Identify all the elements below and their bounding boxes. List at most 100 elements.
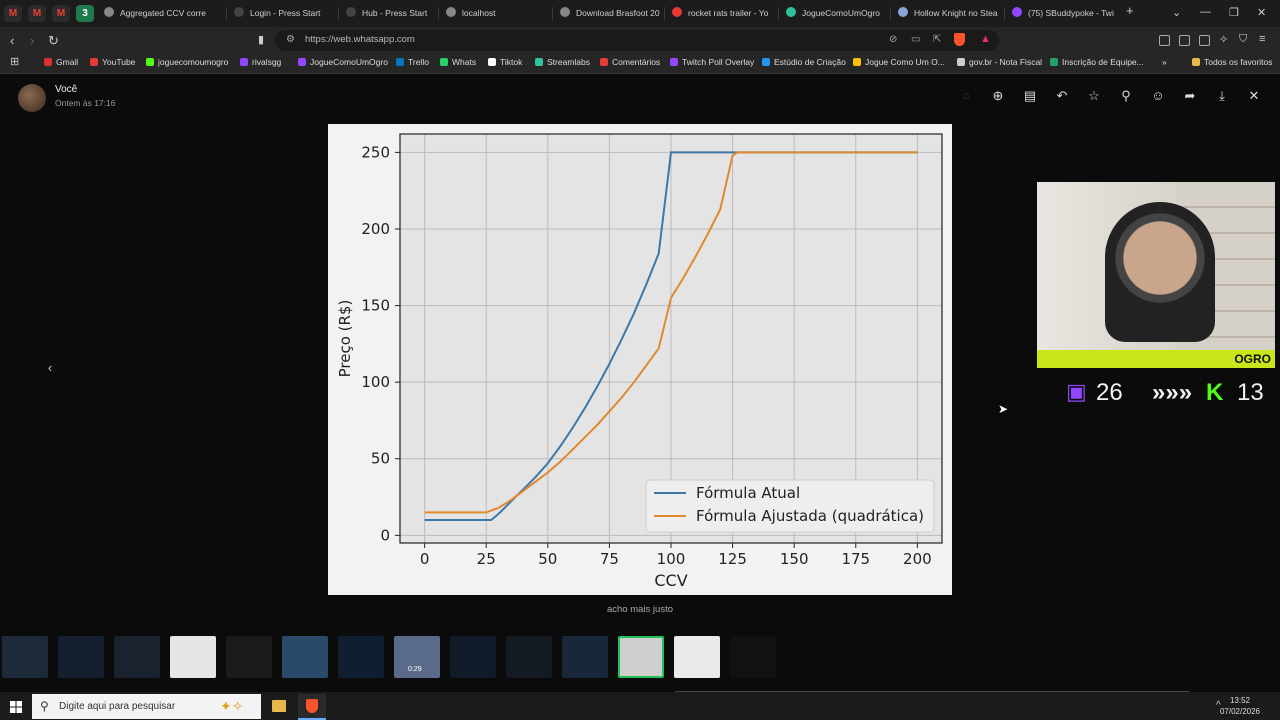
bookmark-est-dio-de-cria-o[interactable]: Estúdio de Criação <box>762 57 846 67</box>
pinned-tab-whatsapp[interactable]: 3 <box>76 5 94 22</box>
extensions-icon[interactable] <box>1159 35 1170 46</box>
media-thumbnail[interactable]: 0:29 <box>394 636 440 678</box>
tab-7[interactable]: JogueComoUmOgro <box>786 3 890 24</box>
bookmark-rivalsgg[interactable]: rivalsgg <box>240 57 281 67</box>
mouse-cursor-icon: ➤ <box>998 402 1009 416</box>
tab-favicon-icon <box>234 7 244 17</box>
tab-4[interactable]: localhost <box>446 3 546 24</box>
back-icon[interactable]: ‹ <box>10 33 14 48</box>
media-thumbnail[interactable] <box>730 636 776 678</box>
cast-icon[interactable]: ▭ <box>911 34 920 45</box>
clock-date: 07/02/2026 <box>1219 707 1260 716</box>
bookmark-streamlabs[interactable]: Streamlabs <box>535 57 590 67</box>
reload-icon[interactable]: ↻ <box>48 33 59 49</box>
emoji-icon[interactable]: ☺ <box>1150 88 1166 104</box>
bookmark-icon[interactable]: ▮ <box>258 33 264 46</box>
streamer-name-bar: OGRO <box>1037 350 1275 368</box>
menu-icon[interactable]: ≡ <box>1259 33 1265 45</box>
leo-ai-icon[interactable]: ✧ <box>1219 33 1228 46</box>
previous-media-button[interactable]: ‹ <box>40 360 60 380</box>
all-favorites-folder[interactable]: Todos os favoritos <box>1192 57 1273 67</box>
tab-5[interactable]: Download Brasfoot 20 <box>560 3 664 24</box>
tab-8[interactable]: Hollow Knight no Stea <box>898 3 1002 24</box>
star-icon[interactable]: ☆ <box>1086 88 1102 104</box>
bookmark-inscri-o-de-equipe[interactable]: Inscrição de Equipe... <box>1050 57 1144 67</box>
wallet-icon[interactable] <box>1199 35 1210 46</box>
close-window-icon[interactable]: ✕ <box>1257 6 1266 19</box>
zoom-out-icon: ○ <box>962 88 970 103</box>
camera-off-icon[interactable]: ⊘ <box>889 34 897 45</box>
apps-grid-icon[interactable]: ⊞ <box>10 55 19 68</box>
pinned-tab-gmail-1[interactable]: M <box>4 5 22 22</box>
download-icon[interactable]: ⤓ <box>1214 88 1230 104</box>
media-thumbnail[interactable] <box>2 636 48 678</box>
media-thumbnail[interactable] <box>282 636 328 678</box>
brave-taskbar-button[interactable] <box>298 694 326 720</box>
forward-message-icon[interactable]: ➦ <box>1182 88 1198 104</box>
pin-icon[interactable]: ⚲ <box>1118 88 1134 104</box>
zoom-in-icon[interactable]: ⊕ <box>990 88 1006 104</box>
tab-title: Hub - Press Start <box>362 8 428 18</box>
tab-2[interactable]: Login - Press Start <box>234 3 334 24</box>
restore-icon[interactable]: ❐ <box>1229 6 1239 19</box>
tab-search-icon[interactable]: ⌄ <box>1172 6 1181 19</box>
bookmarks-more-button[interactable]: » <box>1162 57 1167 67</box>
bookmark-twitch-poll-overlay[interactable]: Twitch Poll Overlay <box>670 57 754 67</box>
pinned-tab-gmail-2[interactable]: M <box>28 5 46 22</box>
bookmark-joguecomoumogro[interactable]: JogueComoUmOgro <box>298 57 388 67</box>
media-thumbnail[interactable] <box>562 636 608 678</box>
bookmark-coment-rios[interactable]: Comentários <box>600 57 660 67</box>
minimize-icon[interactable]: — <box>1200 6 1211 18</box>
share-icon[interactable]: ⇱ <box>933 34 941 45</box>
site-info-icon[interactable]: ⚙ <box>286 34 295 45</box>
bookmark-jogue-como-um-o[interactable]: Jogue Como Um O... <box>853 57 945 67</box>
close-viewer-icon[interactable]: ✕ <box>1246 88 1262 104</box>
windows-start-icon[interactable] <box>10 700 22 713</box>
forward-icon[interactable]: › <box>30 33 34 48</box>
tab-separator <box>1004 7 1005 20</box>
media-thumbnail[interactable] <box>506 636 552 678</box>
y-tick-label: 250 <box>361 143 390 161</box>
vpn-icon[interactable]: ⛉ <box>1239 33 1247 46</box>
tab-title: Aggregated CCV corre <box>120 8 206 18</box>
bookmark-tiktok[interactable]: Tiktok <box>488 57 522 67</box>
tab-9[interactable]: (75) SBuddypoke - Twi <box>1012 3 1116 24</box>
url-field[interactable]: ⚙ https://web.whatsapp.com ⊘ ▭ ⇱ ▲ <box>275 30 999 51</box>
media-thumbnail[interactable] <box>618 636 664 678</box>
tab-6[interactable]: rocket rats trailer - Yo <box>672 3 776 24</box>
media-thumbnail[interactable] <box>674 636 720 678</box>
taskbar-search-input[interactable]: ⚲ Digite aqui para pesquisar ✦✧ <box>32 694 261 719</box>
message-icon[interactable]: ▤ <box>1022 88 1038 104</box>
copilot-sparkle-icon: ✦✧ <box>220 698 244 714</box>
bookmark-favicon-icon <box>957 58 965 66</box>
new-tab-button[interactable]: + <box>1126 3 1134 18</box>
media-thumbnail[interactable] <box>226 636 272 678</box>
media-thumbnail[interactable] <box>450 636 496 678</box>
bookmark-joguecomoumogro[interactable]: joguecomoumogro <box>146 57 228 67</box>
bookmark-trello[interactable]: Trello <box>396 57 429 67</box>
media-thumbnail[interactable] <box>58 636 104 678</box>
brave-rewards-icon[interactable]: ▲ <box>980 33 991 45</box>
bookmark-gov-br-nota-fiscal[interactable]: gov.br - Nota Fiscal <box>957 57 1042 67</box>
pinned-tab-gmail-3[interactable]: M <box>52 5 70 22</box>
browser-tab-bar: M M M 3 Aggregated CCV corre Login - Pres… <box>0 0 1280 27</box>
bookmark-whats[interactable]: Whats <box>440 57 476 67</box>
bookmark-youtube[interactable]: YouTube <box>90 57 135 67</box>
bookmark-favicon-icon <box>853 58 861 66</box>
media-thumbnail[interactable] <box>114 636 160 678</box>
bookmark-gmail[interactable]: Gmail <box>44 57 78 67</box>
sidebar-icon[interactable] <box>1179 35 1190 46</box>
arrows-icon: »»» <box>1152 379 1193 406</box>
system-clock[interactable]: 13:52 07/02/2026 <box>1220 695 1260 717</box>
media-thumbnail[interactable] <box>338 636 384 678</box>
file-explorer-icon[interactable] <box>272 700 286 712</box>
tab-1[interactable]: Aggregated CCV corre <box>104 3 216 24</box>
bookmark-label: Inscrição de Equipe... <box>1062 57 1144 67</box>
brave-shields-icon[interactable] <box>954 33 965 46</box>
avatar[interactable] <box>18 84 46 112</box>
tab-3[interactable]: Hub - Press Start <box>346 3 440 24</box>
clock-time: 13:52 <box>1229 696 1250 705</box>
reply-icon[interactable]: ↶ <box>1054 88 1070 104</box>
bookmark-favicon-icon <box>670 58 678 66</box>
media-thumbnail[interactable] <box>170 636 216 678</box>
